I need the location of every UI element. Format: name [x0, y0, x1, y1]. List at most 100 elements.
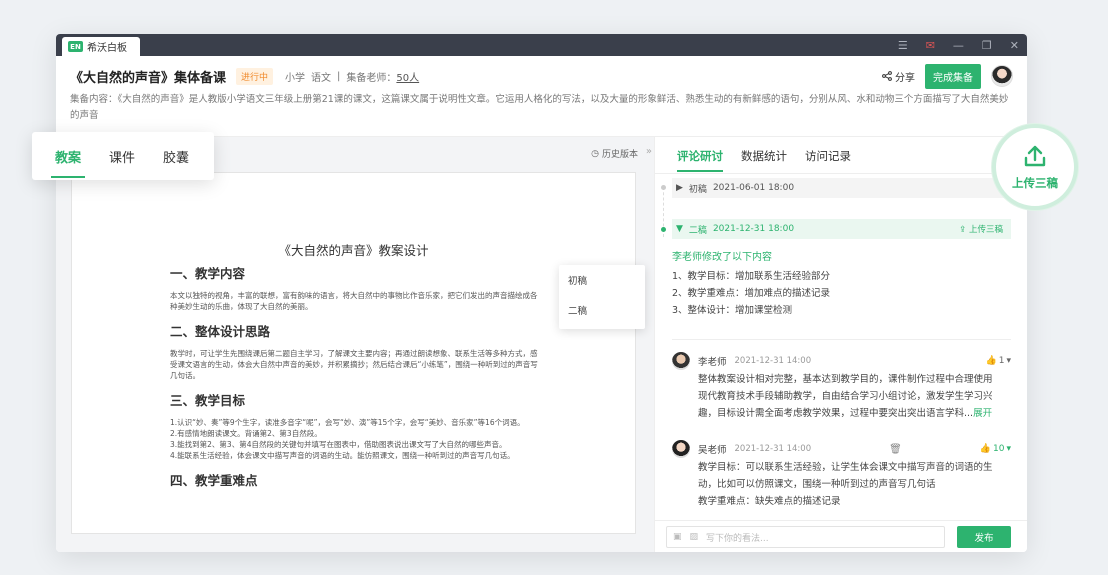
tab-comments[interactable]: 评论研讨 [677, 148, 723, 172]
section-heading: 二、整体设计思路 [170, 324, 271, 339]
like-button[interactable]: 👍 1 ▾ [986, 356, 1011, 366]
tab-statistics[interactable]: 数据统计 [741, 148, 787, 164]
user-avatar[interactable] [991, 65, 1013, 87]
avatar [672, 352, 690, 370]
mail-icon[interactable]: ✉ [926, 39, 935, 52]
window-controls: ☰ ✉ — ❐ ✕ [898, 34, 1019, 56]
version-name: 初稿 [688, 184, 707, 195]
trash-icon[interactable]: 🗑 [889, 444, 902, 455]
comment-header: 李老师 2021-12-31 14:00 👍 1 ▾ [672, 351, 1011, 371]
section-heading: 四、教学重难点 [170, 473, 258, 488]
close-icon[interactable]: ✕ [1010, 39, 1019, 52]
teachers-count-link[interactable]: 50人 [396, 73, 419, 84]
restore-icon[interactable]: ❐ [982, 39, 992, 52]
title-bar: EN 希沃白板 ☰ ✉ — ❐ ✕ [56, 34, 1027, 56]
comment-line: 趣，目标设计需全面考虑教学效果，过程中要突出突出语言学科...展开 [698, 405, 1011, 422]
comment-item: 吴老师 2021-12-31 14:00 🗑 👍 10 ▾ 教学目标：可以联系生… [672, 439, 1011, 510]
chevron-down-icon[interactable]: ▾ [1006, 356, 1011, 366]
image-icon[interactable]: ▣ [673, 532, 682, 542]
thumbs-up-icon: 👍 [979, 444, 992, 454]
upload-draft3-badge[interactable]: 上传三稿 [992, 124, 1078, 210]
like-button[interactable]: 👍 10 ▾ [980, 444, 1011, 454]
expand-icon: ▶ [676, 183, 683, 193]
tab-capsule[interactable]: 胶囊 [163, 147, 189, 166]
upload-label: 上传三稿 [968, 225, 1003, 235]
share-label: 分享 [895, 72, 915, 84]
history-versions-button[interactable]: ◷ 历史版本 [591, 147, 638, 161]
version-option[interactable]: 二稿 [559, 297, 645, 327]
like-count: 1 [998, 356, 1005, 366]
expand-link[interactable]: 展开 [973, 408, 992, 419]
upload-badge-label: 上传三稿 [1012, 176, 1058, 190]
timeline-dot-active [661, 227, 666, 232]
avatar [672, 440, 690, 458]
menu-icon[interactable]: ☰ [898, 39, 908, 52]
comment-text: 整体教案设计相对完整，基本达到教学目的，课件制作过程中合理使用 现代教育技术手段… [698, 371, 1011, 422]
like-count: 10 [993, 444, 1005, 454]
section-body: 本文以独特的视角，丰富的联想，富有韵味的语言，将大自然中的事物比作音乐家，把它们… [170, 291, 538, 311]
minimize-icon[interactable]: — [953, 39, 964, 52]
list-item: 2、教学重难点：增加难点的描述记录 [672, 288, 831, 299]
version-row-draft1[interactable]: ▶ 初稿 2021-06-01 18:00 [672, 178, 1011, 198]
share-button[interactable]: 分享 [882, 69, 915, 84]
subject-label: 语文 [311, 72, 332, 84]
app-tab[interactable]: EN 希沃白板 [62, 37, 140, 56]
publish-button[interactable]: 发布 [957, 526, 1011, 548]
comment-line: 整体教案设计相对完整，基本达到教学目的，课件制作过程中合理使用 [698, 374, 993, 385]
version-dropdown: 初稿 二稿 [559, 265, 645, 329]
upload-draft3-link[interactable]: ⇪ 上传三稿 [959, 223, 1003, 235]
discussion-panel: 评论研讨 数据统计 访问记录 ▶ 初稿 2021-06-01 18:00 ▼ 二… [654, 137, 1027, 552]
tab-visit-log[interactable]: 访问记录 [805, 148, 851, 164]
section-divider [672, 339, 1011, 340]
comment-text: 教学目标：可以联系生活经验，让学生体会课文中描写声音的词语的生 动，比如可以仿照… [698, 459, 1011, 510]
list-item: 1、教学目标：增加联系生活经验部分 [672, 271, 831, 282]
section-body: 教学时，可让学生先围绕课后第二题自主学习，了解课文主要内容；再通过朗读想象、联系… [170, 349, 538, 380]
section-heading: 三、教学目标 [170, 393, 246, 408]
document-title: 《大自然的声音》教案设计 [278, 243, 429, 258]
lesson-document[interactable]: 《大自然的声音》教案设计 一、教学内容 本文以独特的视角，丰富的联想，富有韵味的… [71, 172, 636, 534]
meta-info: 小学 语文 | 集备老师：50人 [285, 69, 419, 84]
clock-icon: ◷ [591, 148, 599, 159]
thumbs-up-icon: 👍 [985, 356, 997, 366]
description-text: 集备内容：《大自然的声音》是人教版小学语文三年级上册第21课的课文，这篇课文属于… [70, 94, 1009, 121]
document-tabs: 教案 课件 胶囊 [32, 132, 214, 180]
modification-title: 李老师修改了以下内容 [672, 252, 772, 263]
modification-list: 1、教学目标：增加联系生活经验部分 2、教学重难点：增加难点的描述记录 3、整体… [672, 268, 830, 319]
history-label: 历史版本 [601, 150, 638, 160]
comment-input[interactable]: ▣ ▨ 写下你的看法... [666, 526, 945, 548]
version-row-draft2[interactable]: ▼ 二稿 2021-12-31 18:00 ⇪ 上传三稿 [672, 219, 1011, 239]
app-title: 希沃白板 [87, 43, 127, 54]
version-date: 2021-12-31 18:00 [712, 224, 795, 234]
comment-line-text: 趣，目标设计需全面考虑教学效果，过程中要突出突出语言学科... [698, 408, 974, 419]
section-heading: 一、教学内容 [170, 266, 246, 281]
upload-icon [1024, 145, 1046, 167]
page-title: 《大自然的声音》集体备课 [70, 70, 227, 86]
comment-time: 2021-12-31 14:00 [734, 356, 812, 366]
finish-button[interactable]: 完成集备 [925, 63, 981, 89]
tab-lesson-plan[interactable]: 教案 [50, 147, 86, 178]
document-panel: ◷ 历史版本 » 《大自然的声音》教案设计 一、教学内容 本文以独特的视角，丰富… [56, 137, 654, 552]
list-item: 3、整体设计：增加课堂检测 [672, 305, 793, 316]
collapse-panel-icon[interactable]: » [646, 146, 652, 157]
grade-label: 小学 [285, 72, 306, 84]
picture-icon[interactable]: ▨ [690, 532, 699, 542]
right-tabs: 评论研讨 数据统计 访问记录 [677, 148, 851, 172]
comment-line: 教学重难点：缺失难点的描述记录 [698, 496, 841, 507]
version-name: 二稿 [688, 225, 707, 236]
comment-line: 现代教育技术手段辅助教学，自由结合学习小组讨论，激发学生学习兴 [698, 391, 993, 402]
tab-courseware[interactable]: 课件 [109, 147, 135, 166]
version-date: 2021-06-01 18:00 [712, 183, 795, 193]
version-option[interactable]: 初稿 [559, 267, 645, 297]
app-logo-icon: EN [68, 41, 83, 52]
status-badge: 进行中 [236, 67, 274, 85]
comment-author: 吴老师 [698, 445, 727, 456]
chevron-down-icon[interactable]: ▾ [1006, 444, 1011, 454]
page-header: 《大自然的声音》集体备课 进行中 小学 语文 | 集备老师：50人 分享 完成集… [70, 63, 1013, 89]
document-body: 一、教学内容 本文以独特的视角，丰富的联想，富有韵味的语言，将大自然中的事物比作… [170, 263, 540, 497]
teachers-prefix: 集备老师： [346, 72, 397, 84]
tabs-divider [655, 173, 1027, 174]
header-actions: 分享 完成集备 [882, 63, 1013, 89]
section-body: 1.认识“妙、奏”等9个生字，读准多音字“呢”，会写“妙、演”等15个字，会写“… [170, 418, 525, 460]
comment-item: 李老师 2021-12-31 14:00 👍 1 ▾ 整体教案设计相对完整，基本… [672, 351, 1011, 422]
comment-line: 教学目标：可以联系生活经验，让学生体会课文中描写声音的词语的生 [698, 462, 993, 473]
